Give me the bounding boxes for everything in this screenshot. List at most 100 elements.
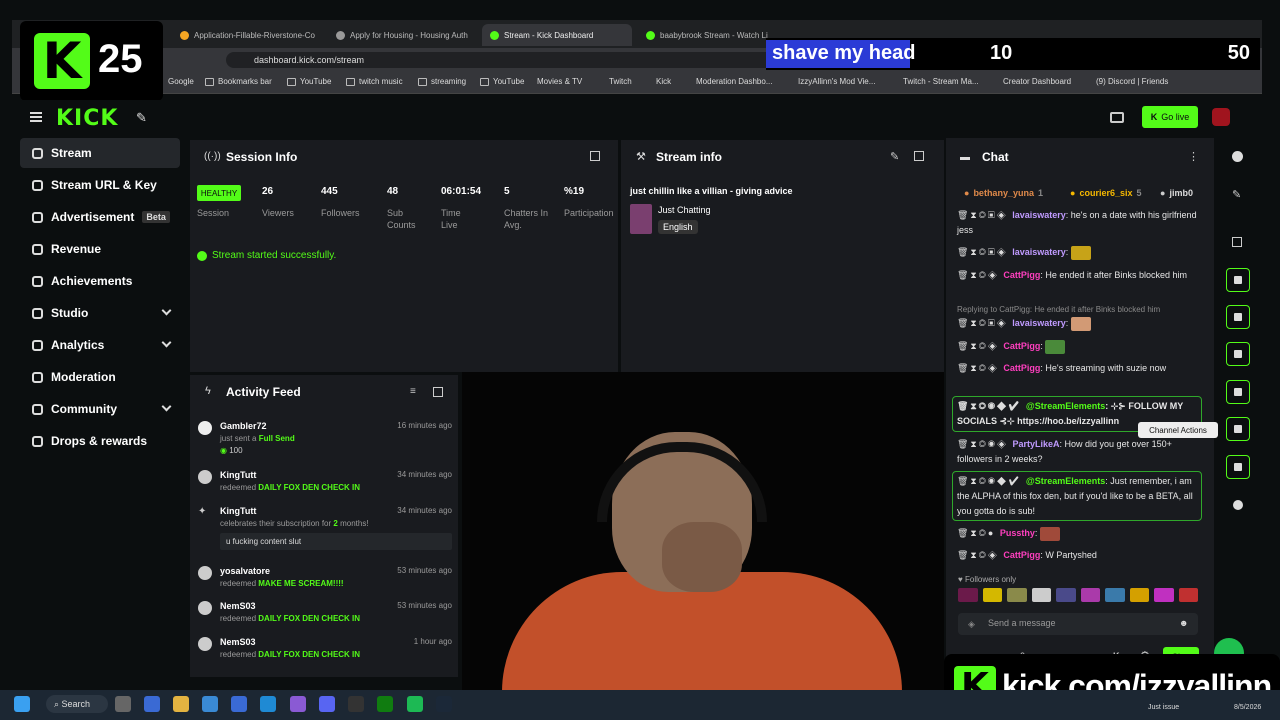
- windows-start-icon[interactable]: [14, 696, 30, 712]
- go-live-button[interactable]: K Go live: [1142, 106, 1198, 128]
- fullscreen-icon[interactable]: [1232, 237, 1242, 247]
- sidebar-item-advertisement[interactable]: Advertisement Beta: [20, 202, 180, 232]
- chat-message: 🗑⧗◎▣◈ lavaiswatery:: [957, 245, 1203, 260]
- sidebar-item-moderation[interactable]: Moderation: [20, 362, 180, 392]
- info-icon[interactable]: [1232, 151, 1243, 162]
- community-icon[interactable]: [1233, 500, 1243, 510]
- xbox-icon[interactable]: [377, 696, 393, 712]
- url-field[interactable]: dashboard.kick.com/stream: [226, 52, 826, 68]
- sidebar-item-analytics[interactable]: Analytics: [20, 330, 180, 360]
- tab-favicon: [336, 30, 345, 40]
- bookmark[interactable]: twitch music: [346, 77, 403, 86]
- more-icon[interactable]: ⋮: [1188, 150, 1199, 163]
- kick-icon: [646, 30, 655, 40]
- redeem-icon: [198, 470, 212, 484]
- chat-message: 🗑⧗◎◉◈ PartyLikeA: How did you get over 1…: [957, 439, 1172, 464]
- theatre-icon[interactable]: [1110, 112, 1124, 123]
- emote[interactable]: [982, 588, 1002, 602]
- chat-bubble-icon: ▬: [960, 152, 970, 163]
- bookmark[interactable]: YouTube: [287, 77, 331, 86]
- bookmark[interactable]: Google: [168, 77, 194, 86]
- kicks-icon: ◉: [220, 446, 227, 455]
- emote[interactable]: [1007, 588, 1027, 602]
- app-icon[interactable]: [202, 696, 218, 712]
- bookmark[interactable]: Moderation Dashbo...: [696, 77, 773, 86]
- quick-action-button[interactable]: [1226, 380, 1250, 404]
- emoji-icon[interactable]: ☻: [1179, 618, 1188, 628]
- app-icon[interactable]: [144, 696, 160, 712]
- chat-message: 🗑⧗◎● Pussthy:: [957, 526, 1203, 541]
- browser-tab[interactable]: Application-Fillable-Riverstone-Co: [172, 24, 322, 46]
- menu-icon[interactable]: [30, 112, 42, 122]
- chat-input[interactable]: Send a message: [958, 613, 1198, 635]
- browser-tab[interactable]: Apply for Housing - Housing Auth: [328, 24, 478, 46]
- mod-badges: 🗑⧗◎◈: [957, 341, 1004, 351]
- bookmark[interactable]: Bookmarks bar: [205, 77, 272, 86]
- chat-message-bot: 🗑⧗◎◉◆✔ @StreamElements: Just remember, i…: [957, 476, 1193, 516]
- bookmark[interactable]: streaming: [418, 77, 466, 86]
- emote: [1070, 245, 1091, 260]
- sidebar-item-revenue[interactable]: Revenue: [20, 234, 180, 264]
- app-icon[interactable]: [348, 696, 364, 712]
- popout-icon[interactable]: [433, 387, 443, 397]
- taskbar-search[interactable]: ⌕ Search: [46, 695, 108, 713]
- app-icon[interactable]: [290, 696, 306, 712]
- bookmark[interactable]: Kick: [656, 77, 671, 86]
- sidebar-item-studio[interactable]: Studio: [20, 298, 180, 328]
- emote[interactable]: [958, 588, 978, 602]
- quick-action-button[interactable]: [1226, 268, 1250, 292]
- sidebar-item-community[interactable]: Community: [20, 394, 180, 424]
- sidebar-item-stream-url[interactable]: Stream URL & Key: [20, 170, 180, 200]
- pin-icon[interactable]: ✎: [136, 110, 147, 126]
- crown-icon: ●: [1070, 188, 1076, 198]
- bookmark[interactable]: YouTube: [480, 77, 524, 86]
- emote: [1045, 339, 1066, 354]
- emote[interactable]: [1105, 588, 1125, 602]
- bookmark[interactable]: Twitch - Stream Ma...: [903, 77, 979, 86]
- edge-icon[interactable]: [260, 696, 276, 712]
- bookmark[interactable]: (9) Discord | Friends: [1096, 77, 1168, 86]
- pencil-icon[interactable]: ✎: [1232, 188, 1241, 201]
- bookmark[interactable]: Creator Dashboard: [1003, 77, 1071, 86]
- avatar[interactable]: [1212, 108, 1230, 126]
- app-icon[interactable]: [231, 696, 247, 712]
- stat-followers-label: Followers: [321, 208, 360, 218]
- channel-actions-button[interactable]: [1226, 417, 1250, 441]
- stat-followers-value: 445: [321, 186, 338, 197]
- quick-action-button[interactable]: [1226, 455, 1250, 479]
- task-view-icon[interactable]: [115, 696, 131, 712]
- discord-icon[interactable]: [319, 696, 335, 712]
- bookmark[interactable]: IzzyAllinn's Mod Vie...: [798, 77, 875, 86]
- kick-icon: [490, 30, 499, 40]
- sidebar-item-stream[interactable]: Stream: [20, 138, 180, 168]
- edit-icon[interactable]: ✎: [890, 150, 899, 163]
- file-explorer-icon[interactable]: [173, 696, 189, 712]
- stat-chatters-label: Chatters In Avg.: [504, 208, 549, 230]
- lightning-icon: ϟ: [205, 385, 211, 397]
- bookmark[interactable]: Movies & TV: [537, 77, 582, 86]
- emote[interactable]: [1178, 588, 1198, 602]
- emote[interactable]: [1056, 588, 1076, 602]
- chat-message: 🗑⧗◎◈ CattPigg: W Partyshed: [957, 550, 1097, 560]
- bookmark[interactable]: Twitch: [609, 77, 632, 86]
- emote[interactable]: [1154, 588, 1174, 602]
- emote[interactable]: [1080, 588, 1100, 602]
- quick-action-button[interactable]: [1226, 305, 1250, 329]
- sidebar-item-drops[interactable]: Drops & rewards: [20, 426, 180, 456]
- emote-bar[interactable]: [958, 588, 1198, 608]
- emote[interactable]: [1129, 588, 1149, 602]
- broadcast-icon: [1234, 388, 1242, 396]
- browser-tab-active[interactable]: Stream - Kick Dashboard: [482, 24, 632, 46]
- kick-wordmark[interactable]: KICK: [56, 106, 118, 131]
- popout-icon[interactable]: [914, 151, 924, 161]
- filter-icon[interactable]: ≡: [410, 386, 416, 397]
- chat-message: 🗑⧗◎▣◈ lavaiswatery: he's on a date with …: [957, 210, 1197, 235]
- stat-viewers-label: Viewers: [262, 208, 294, 218]
- steam-icon[interactable]: [436, 696, 452, 712]
- emote[interactable]: [1031, 588, 1051, 602]
- quick-action-button[interactable]: [1226, 342, 1250, 366]
- dashboard-top-nav: [12, 100, 1262, 136]
- sidebar-item-achievements[interactable]: Achievements: [20, 266, 180, 296]
- spotify-icon[interactable]: [407, 696, 423, 712]
- popout-icon[interactable]: [590, 151, 600, 161]
